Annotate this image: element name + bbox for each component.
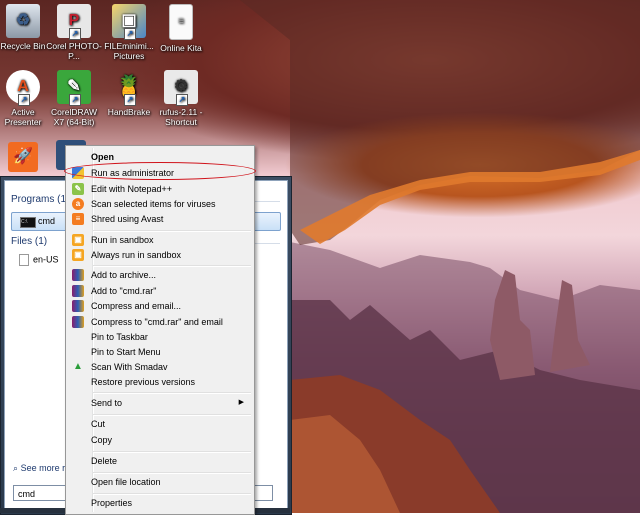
menu-separator bbox=[93, 392, 251, 394]
menu-separator bbox=[93, 265, 251, 267]
menu-separator bbox=[93, 472, 251, 474]
menu-item-label: Scan With Smadav bbox=[91, 362, 168, 372]
desktop-icon-handbrake[interactable]: 🍍 ↗ HandBrake bbox=[100, 70, 158, 118]
menu-item-label: Copy bbox=[91, 435, 113, 445]
file-result-label: en-US bbox=[33, 254, 59, 265]
rufus-icon: ⚙ ↗ bbox=[164, 70, 198, 106]
desktop-icon-label: rufus-2.11 - Shortcut bbox=[159, 107, 203, 127]
winrar-icon bbox=[72, 269, 84, 281]
winrar-icon bbox=[72, 300, 84, 312]
coreldraw-icon: ✎ ↗ bbox=[57, 70, 91, 106]
menu-item-label: Scan selected items for viruses bbox=[91, 199, 216, 209]
menu-item-compress-and-email[interactable]: Compress and email... bbox=[68, 299, 252, 314]
program-result-label: cmd bbox=[38, 216, 56, 226]
avast-icon: a bbox=[72, 198, 84, 210]
menu-item-label: Add to archive... bbox=[91, 270, 157, 280]
files-section-header: Files (1) bbox=[11, 236, 48, 247]
menu-item-label: Pin to Taskbar bbox=[91, 332, 148, 342]
text-file-icon: ≡ bbox=[169, 4, 193, 40]
menu-separator bbox=[93, 414, 251, 416]
menu-separator bbox=[93, 451, 251, 453]
menu-separator bbox=[93, 230, 251, 232]
winrar-icon bbox=[72, 316, 84, 328]
sandbox-icon: ▣ bbox=[72, 249, 84, 261]
sandbox-icon: ▣ bbox=[72, 234, 84, 246]
menu-item-add-to-cmd-rar[interactable]: Add to "cmd.rar" bbox=[68, 284, 252, 299]
menu-item-label: Edit with Notepad++ bbox=[91, 184, 173, 194]
menu-separator bbox=[93, 493, 251, 495]
menu-item-run-in-sandbox[interactable]: ▣ Run in sandbox bbox=[68, 233, 252, 248]
menu-item-scan-viruses[interactable]: a Scan selected items for viruses bbox=[68, 197, 252, 212]
menu-item-pin-to-start-menu[interactable]: Pin to Start Menu bbox=[68, 345, 252, 360]
programs-section-header: Programs (1) bbox=[11, 194, 70, 205]
rocket-app-icon[interactable]: 🚀 bbox=[8, 142, 38, 172]
menu-item-label: Delete bbox=[91, 456, 118, 466]
menu-item-label: Open bbox=[91, 152, 115, 162]
menu-item-label: Properties bbox=[91, 498, 133, 508]
file-icon bbox=[19, 254, 29, 266]
desktop-icon-corel-photo-paint[interactable]: P ↗ Corel PHOTO-P... bbox=[45, 4, 103, 61]
menu-item-copy[interactable]: Copy bbox=[68, 433, 252, 448]
menu-item-label: Shred using Avast bbox=[91, 214, 164, 224]
context-menu: Open Run as administrator ✎ Edit with No… bbox=[65, 145, 255, 515]
menu-item-delete[interactable]: Delete bbox=[68, 454, 252, 469]
desktop-icon-online-kita[interactable]: ≡ Online Kita bbox=[152, 4, 210, 53]
see-more-label: See more re bbox=[20, 463, 71, 473]
menu-item-label: Pin to Start Menu bbox=[91, 347, 161, 357]
desktop-icon-rufus[interactable]: ⚙ ↗ rufus-2.11 - Shortcut bbox=[152, 70, 210, 127]
menu-item-scan-with-smadav[interactable]: ▲ Scan With Smadav bbox=[68, 360, 252, 375]
smadav-icon: ▲ bbox=[73, 361, 83, 372]
handbrake-icon: 🍍 ↗ bbox=[115, 74, 143, 106]
desktop-icon-fileminimizer[interactable]: ▣ ↗ FILEminimi... Pictures bbox=[100, 4, 158, 61]
annotation-highlight-ring bbox=[64, 162, 256, 180]
desktop-icon-coreldraw[interactable]: ✎ ↗ CorelDRAW X7 (64-Bit) bbox=[45, 70, 103, 127]
submenu-arrow-icon: ▶ bbox=[238, 399, 244, 406]
menu-item-pin-to-taskbar[interactable]: Pin to Taskbar bbox=[68, 330, 252, 345]
menu-item-label: Restore previous versions bbox=[91, 377, 196, 387]
menu-item-label: Always run in sandbox bbox=[91, 250, 182, 260]
avast-shred-icon: ≡ bbox=[72, 213, 84, 225]
desktop-icon-label: Online Kita bbox=[160, 43, 202, 53]
search-icon: ⌕ bbox=[13, 463, 19, 473]
active-presenter-icon: A ↗ bbox=[6, 70, 40, 106]
file-result-en-us[interactable]: en-US bbox=[19, 254, 59, 266]
menu-item-cut[interactable]: Cut bbox=[68, 417, 252, 432]
menu-item-always-run-in-sandbox[interactable]: ▣ Always run in sandbox bbox=[68, 248, 252, 263]
menu-item-edit-notepadpp[interactable]: ✎ Edit with Notepad++ bbox=[68, 182, 252, 197]
notepadpp-icon: ✎ bbox=[72, 183, 84, 195]
menu-item-label: Compress to "cmd.rar" and email bbox=[91, 317, 223, 327]
menu-item-label: Send to bbox=[91, 398, 123, 408]
menu-item-label: Cut bbox=[91, 419, 106, 429]
menu-item-add-to-archive[interactable]: Add to archive... bbox=[68, 268, 252, 283]
desktop-icon-label: FILEminimi... Pictures bbox=[104, 41, 154, 61]
menu-item-compress-to-cmd-rar-and-email[interactable]: Compress to "cmd.rar" and email bbox=[68, 315, 252, 330]
desktop-icon-label: CorelDRAW X7 (64-Bit) bbox=[51, 107, 97, 127]
corel-photo-paint-icon: P ↗ bbox=[57, 4, 91, 40]
menu-item-properties[interactable]: Properties bbox=[68, 496, 252, 511]
winrar-icon bbox=[72, 285, 84, 297]
menu-item-label: Run in sandbox bbox=[91, 235, 154, 245]
fileminimizer-icon: ▣ ↗ bbox=[112, 4, 146, 40]
see-more-results-link[interactable]: ⌕ See more re bbox=[13, 463, 70, 474]
command-prompt-icon: C:\ bbox=[20, 217, 36, 228]
menu-item-shred-avast[interactable]: ≡ Shred using Avast bbox=[68, 212, 252, 227]
desktop-icon-label: HandBrake bbox=[107, 107, 151, 117]
menu-item-label: Add to "cmd.rar" bbox=[91, 286, 157, 296]
menu-item-open-file-location[interactable]: Open file location bbox=[68, 475, 252, 490]
menu-item-label: Open file location bbox=[91, 477, 161, 487]
menu-item-label: Compress and email... bbox=[91, 301, 182, 311]
desktop-icon-label: Corel PHOTO-P... bbox=[46, 41, 102, 61]
recycle-bin-icon: ♻ bbox=[6, 4, 40, 38]
menu-item-send-to[interactable]: Send to ▶ bbox=[68, 396, 252, 411]
menu-item-restore-previous-versions[interactable]: Restore previous versions bbox=[68, 375, 252, 390]
